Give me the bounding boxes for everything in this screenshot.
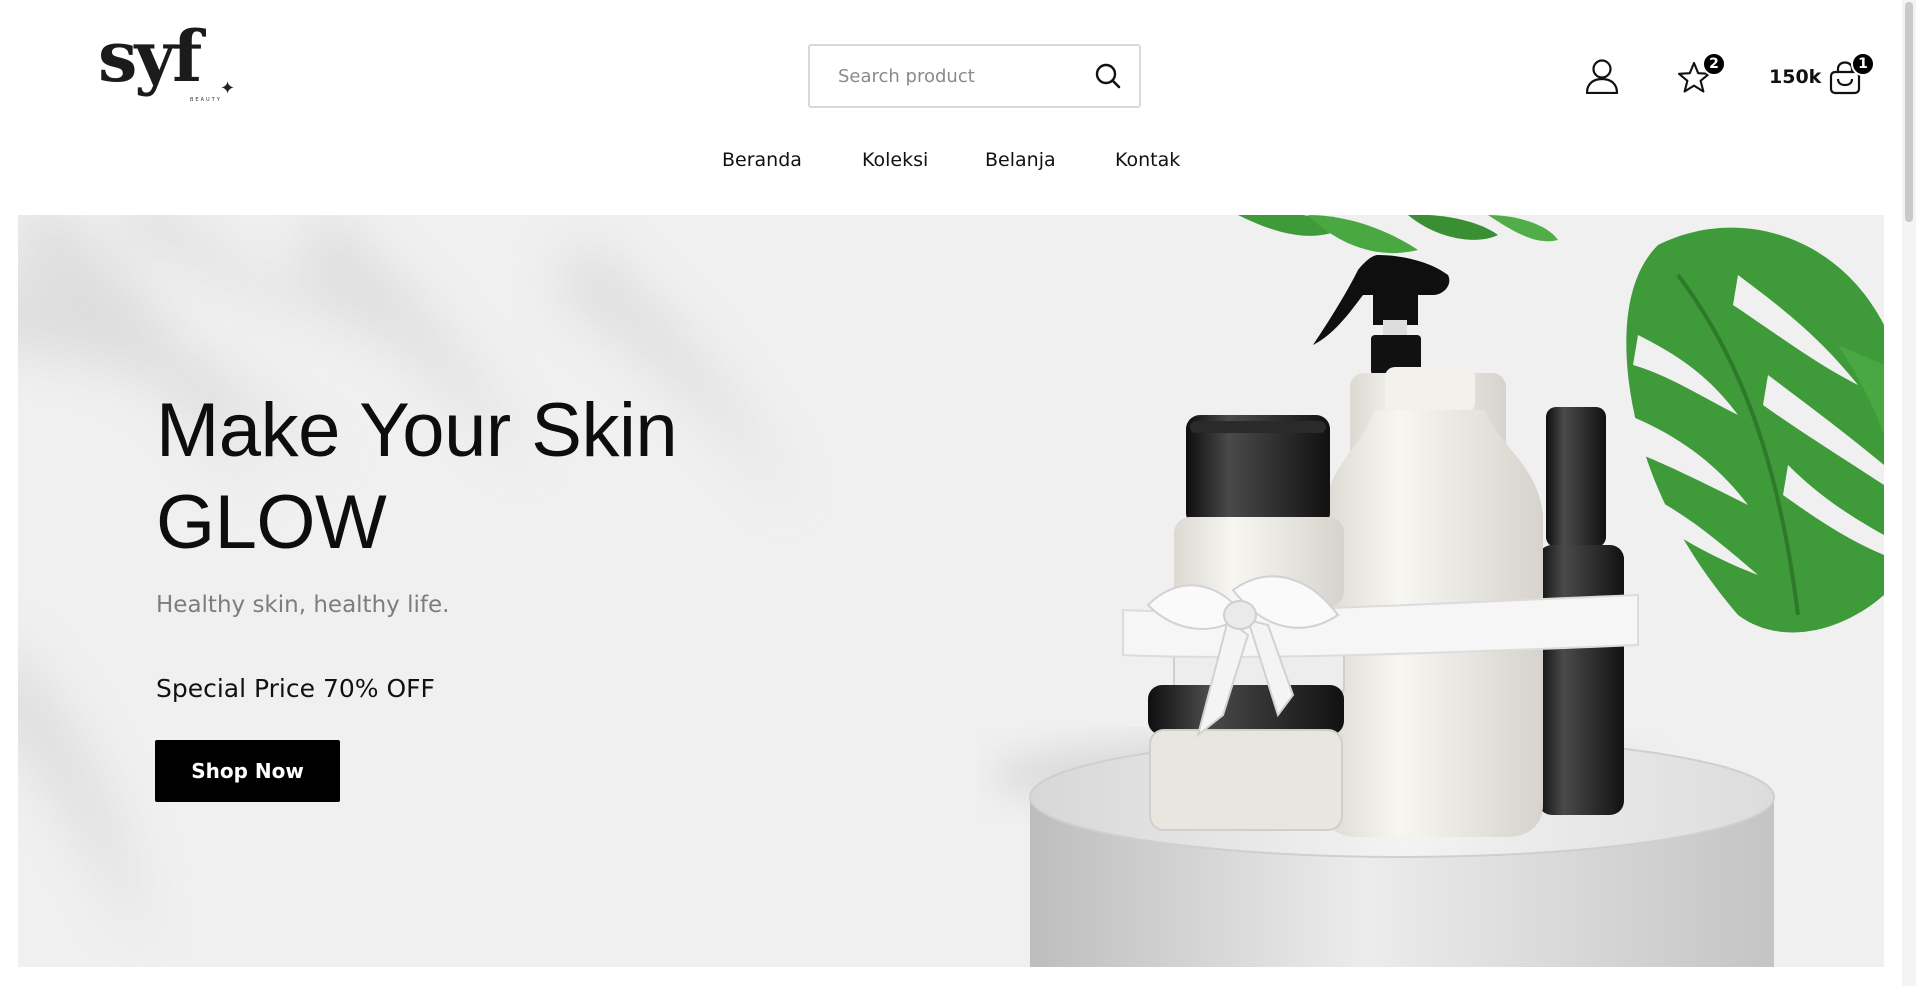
hero-offer: Special Price 70% OFF: [156, 674, 435, 703]
hero-title-line2: GLOW: [156, 480, 387, 565]
search-input[interactable]: [810, 46, 1077, 106]
wishlist-button[interactable]: 2: [1674, 52, 1726, 98]
site-header: syf BEAUTY ✦ 2 150k 1 Be: [0, 0, 1916, 215]
nav-item-koleksi[interactable]: Koleksi: [862, 149, 928, 171]
scrollbar-thumb[interactable]: [1905, 2, 1913, 222]
leaf-shadow-decoration: [18, 215, 798, 955]
search-button[interactable]: [1077, 46, 1139, 106]
sparkle-icon: ✦: [220, 78, 236, 99]
hero-title: Make Your Skin GLOW: [156, 385, 678, 569]
hero-subtitle: Healthy skin, healthy life.: [156, 592, 450, 618]
nav-item-belanja[interactable]: Belanja: [985, 149, 1056, 171]
user-icon: [1585, 59, 1619, 94]
main-navigation: Beranda Koleksi Belanja Kontak: [0, 145, 1916, 181]
hero-banner: Make Your Skin GLOW Healthy skin, health…: [18, 215, 1884, 967]
page-scrollbar[interactable]: [1902, 0, 1916, 986]
logo-wordmark: syf: [98, 15, 202, 98]
cart-count-badge: 1: [1851, 52, 1875, 76]
search-icon: [1095, 63, 1121, 89]
account-button[interactable]: [1582, 56, 1622, 96]
brand-logo[interactable]: syf BEAUTY ✦: [98, 22, 248, 116]
shop-now-button[interactable]: Shop Now: [155, 740, 340, 802]
search-bar: [808, 44, 1141, 108]
nav-item-kontak[interactable]: Kontak: [1115, 149, 1180, 171]
hero-product-illustration: [988, 215, 1884, 967]
cart-total: 150k: [1769, 66, 1822, 88]
nav-item-beranda[interactable]: Beranda: [722, 149, 802, 171]
logo-subtitle: BEAUTY: [190, 97, 222, 103]
cart-button[interactable]: 1: [1825, 52, 1875, 98]
hero-title-line1: Make Your Skin: [156, 388, 678, 473]
wishlist-count-badge: 2: [1702, 52, 1726, 76]
